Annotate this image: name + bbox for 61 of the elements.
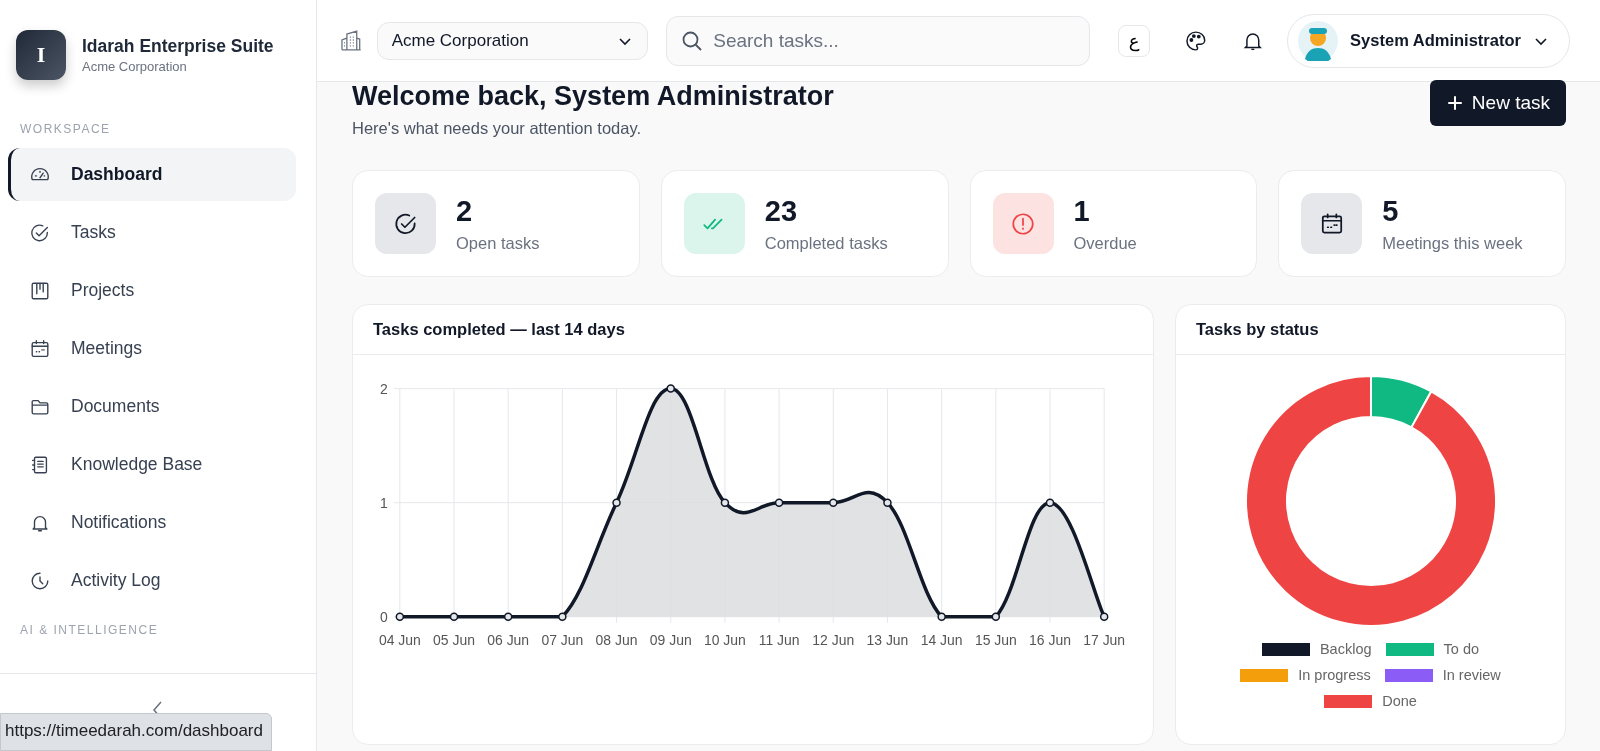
building-icon bbox=[339, 28, 363, 53]
x-axis-label: 07 Jun bbox=[541, 631, 584, 648]
stat-label: Completed tasks bbox=[764, 233, 888, 253]
y-axis-label: 1 bbox=[380, 494, 388, 511]
x-axis-label: 05 Jun bbox=[433, 631, 475, 648]
language-button[interactable]: ع bbox=[1118, 24, 1150, 57]
x-axis-label: 10 Jun bbox=[704, 631, 746, 648]
stat-label: Meetings this week bbox=[1382, 233, 1523, 253]
x-axis-label: 17 Jun bbox=[1083, 631, 1126, 648]
chart-title: Tasks by status bbox=[1176, 305, 1565, 355]
page-title: Welcome back, System Administrator bbox=[352, 82, 834, 110]
app-title: Idarah Enterprise Suite bbox=[82, 36, 274, 57]
avatar-icon bbox=[1298, 20, 1339, 61]
sidebar-item[interactable]: Meetings bbox=[8, 322, 296, 375]
section-label: AI & INTELLIGENCE bbox=[19, 623, 160, 637]
x-axis-label: 11 Jun bbox=[758, 631, 800, 648]
legend-label: To do bbox=[1443, 641, 1480, 657]
y-axis-label: 2 bbox=[380, 380, 388, 397]
x-axis-label: 04 Jun bbox=[378, 631, 421, 648]
y-axis-label: 0 bbox=[380, 608, 388, 625]
user-menu[interactable]: System Administrator bbox=[1287, 13, 1570, 68]
x-axis-label: 08 Jun bbox=[595, 631, 638, 648]
x-axis-label: 14 Jun bbox=[920, 631, 963, 648]
legend-label: In review bbox=[1442, 667, 1501, 683]
search-field[interactable]: Search tasks... bbox=[666, 15, 1091, 66]
stat-value: 1 bbox=[1073, 194, 1091, 228]
legend-label: In progress bbox=[1298, 667, 1371, 683]
section-label: WORKSPACE bbox=[19, 122, 112, 136]
double-check-icon bbox=[683, 193, 745, 254]
stat-value: 5 bbox=[1382, 194, 1400, 228]
stat-value: 2 bbox=[456, 194, 474, 228]
chart-title: Tasks completed — last 14 days bbox=[353, 305, 1153, 355]
stat-label: Open tasks bbox=[456, 233, 540, 253]
stat-value: 23 bbox=[764, 194, 798, 228]
x-axis-label: 12 Jun bbox=[812, 631, 855, 648]
new-task-button[interactable]: New task bbox=[1429, 80, 1566, 126]
calendar-icon bbox=[1301, 193, 1363, 254]
link-url-tooltip: https://timeedarah.com/dashboard bbox=[0, 713, 272, 751]
check-circle-icon bbox=[29, 221, 51, 244]
x-axis-label: 09 Jun bbox=[649, 631, 692, 648]
legend-label: Done bbox=[1382, 693, 1417, 709]
plus-icon bbox=[1445, 94, 1464, 112]
legend-label: Backlog bbox=[1319, 641, 1372, 657]
sidebar-item[interactable]: Documents bbox=[8, 380, 296, 433]
x-axis-label: 15 Jun bbox=[974, 631, 1017, 648]
palette-icon[interactable] bbox=[1183, 28, 1208, 53]
stat-label: Overdue bbox=[1073, 233, 1137, 253]
sidebar-item[interactable]: Activity Log bbox=[8, 554, 296, 607]
page-subtitle: Here's what needs your attention today. bbox=[352, 119, 643, 138]
sidebar-item[interactable]: Tasks bbox=[8, 206, 296, 259]
app-logo: I bbox=[16, 30, 66, 80]
sidebar-item[interactable]: Dashboard bbox=[8, 148, 296, 201]
x-axis-label: 16 Jun bbox=[1029, 631, 1071, 648]
x-axis-label: 13 Jun bbox=[866, 631, 909, 648]
organization-name: Acme Corporation bbox=[82, 59, 188, 74]
sidebar-item[interactable]: Knowledge Base bbox=[8, 438, 296, 491]
calendar-icon bbox=[29, 337, 51, 360]
company-dropdown[interactable]: Acme Corporation bbox=[376, 21, 649, 60]
x-axis-label: 06 Jun bbox=[487, 631, 530, 648]
sidebar-item[interactable]: Notifications bbox=[8, 496, 296, 549]
sidebar-item[interactable]: Projects bbox=[8, 264, 296, 317]
